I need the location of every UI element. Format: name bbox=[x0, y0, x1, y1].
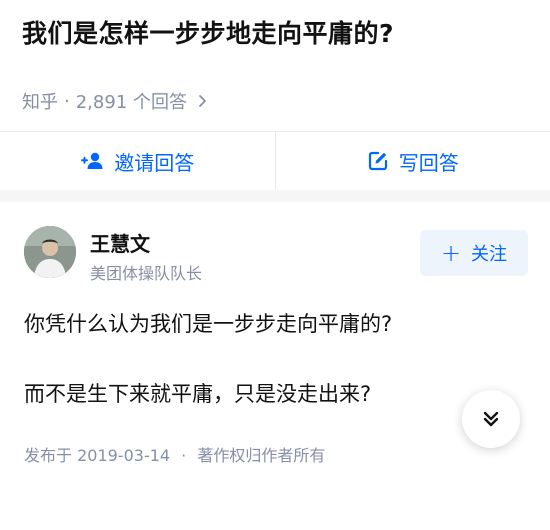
add-person-icon bbox=[81, 152, 103, 169]
question-meta[interactable]: 知乎 · 2,891 个回答 bbox=[22, 88, 209, 114]
invite-answer-label: 邀请回答 bbox=[114, 150, 195, 175]
copyright-text: 著作权归作者所有 bbox=[197, 446, 326, 465]
plus-icon: + bbox=[440, 239, 462, 267]
question-title[interactable]: 我们是怎样一步步地走向平庸的? bbox=[22, 14, 394, 50]
publish-meta: 发布于 2019-03-14 · 著作权归作者所有 bbox=[24, 442, 325, 466]
publish-date: 发布于 2019-03-14 bbox=[24, 446, 171, 465]
chevron-right-icon bbox=[199, 95, 206, 107]
invite-answer-button[interactable]: 邀请回答 bbox=[0, 132, 275, 190]
meta-separator: · bbox=[64, 90, 70, 112]
avatar[interactable] bbox=[24, 226, 76, 278]
answer-paragraph: 你凭什么认为我们是一步步走向平庸的? bbox=[24, 312, 393, 336]
question-header: 我们是怎样一步步地走向平庸的? 知乎 · 2,891 个回答 bbox=[0, 0, 550, 130]
author-name[interactable]: 王慧文 bbox=[90, 228, 150, 257]
author-bio: 美团体操队队长 bbox=[90, 264, 203, 283]
edit-icon bbox=[368, 151, 387, 171]
action-bar: 邀请回答 写回答 bbox=[0, 132, 550, 190]
answer-count: 2,891 个回答 bbox=[75, 92, 187, 113]
follow-button[interactable]: + 关注 bbox=[420, 230, 528, 276]
answer-count-link[interactable]: 2,891 个回答 bbox=[76, 88, 209, 114]
section-gap bbox=[0, 190, 550, 202]
write-answer-button[interactable]: 写回答 bbox=[276, 132, 550, 190]
answer-card: 王慧文 美团体操队队长 + 关注 你凭什么认为我们是一步步走向平庸的? 而不是生… bbox=[0, 202, 550, 530]
double-chevron-down-icon bbox=[483, 411, 499, 427]
source-label: 知乎 bbox=[22, 92, 58, 113]
meta-separator: · bbox=[181, 446, 187, 465]
avatar-photo bbox=[24, 226, 76, 278]
expand-button[interactable] bbox=[462, 390, 520, 448]
follow-label: 关注 bbox=[471, 244, 508, 265]
answer-paragraph: 而不是生下来就平庸，只是没走出来? bbox=[24, 382, 372, 406]
write-answer-label: 写回答 bbox=[398, 150, 459, 175]
